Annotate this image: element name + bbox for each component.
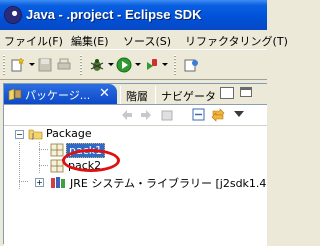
menu-file[interactable]: ファイル(F) xyxy=(4,33,63,49)
open-type-icon[interactable] xyxy=(183,57,199,73)
menu-refactor[interactable]: リファクタリング(T) xyxy=(185,33,288,49)
link-with-editor-icon[interactable] xyxy=(211,108,225,122)
run-dropdown-icon[interactable] xyxy=(135,63,141,66)
annotation-highlight-ellipse xyxy=(62,149,120,172)
tree-row-pack1[interactable]: pack1 xyxy=(4,142,264,158)
package-explorer-icon xyxy=(8,88,22,101)
external-tools-dropdown-icon[interactable] xyxy=(162,63,168,66)
tree-row-pack2[interactable]: pack2 xyxy=(4,158,264,174)
eclipse-logo-icon xyxy=(5,7,21,23)
new-icon[interactable] xyxy=(10,57,26,73)
print-icon[interactable] xyxy=(56,57,72,73)
view-menu-icon[interactable] xyxy=(234,111,244,117)
maximize-view-icon[interactable] xyxy=(240,87,252,97)
debug-icon[interactable] xyxy=(89,57,105,73)
menu-bar: ファイル(F) 編集(E) ソース(S) リファクタリング(T) xyxy=(0,30,288,49)
tree-row-project[interactable]: − J Package xyxy=(4,126,264,142)
save-icon[interactable] xyxy=(37,57,53,73)
new-dropdown-icon[interactable] xyxy=(29,63,35,66)
package-tree: − J Package pack1 pack2 + JRE システム・ライブラリ… xyxy=(4,126,267,246)
perspective-area: パッケージ... ✕ 階層 ナビゲータ... xyxy=(0,79,267,246)
external-tools-icon[interactable] xyxy=(143,57,159,73)
main-toolbar xyxy=(0,49,267,79)
package-icon xyxy=(50,143,64,157)
close-icon[interactable]: ✕ xyxy=(99,86,110,101)
view-toolbar xyxy=(4,105,267,126)
tab-hierarchy[interactable]: 階層 xyxy=(120,86,152,105)
svg-text:J: J xyxy=(31,132,34,140)
expand-icon[interactable]: + xyxy=(35,178,44,187)
collapse-all-icon[interactable] xyxy=(192,108,206,122)
tab-package-explorer-label: パッケージ... xyxy=(25,89,91,102)
debug-dropdown-icon[interactable] xyxy=(108,63,114,66)
menu-source[interactable]: ソース(S) xyxy=(123,33,171,49)
tree-row-jre-library[interactable]: + JRE システム・ライブラリー [j2sdk1.4 xyxy=(4,174,267,190)
title-bar[interactable]: Java - .project - Eclipse SDK xyxy=(0,0,267,30)
back-icon[interactable] xyxy=(120,108,134,122)
tab-navigator[interactable]: ナビゲータ... xyxy=(155,86,217,105)
view-tab-bar: パッケージ... ✕ 階層 ナビゲータ... xyxy=(4,84,267,105)
jre-library-label: JRE システム・ライブラリー [j2sdk1.4 xyxy=(70,177,267,190)
window-title: Java - .project - Eclipse SDK xyxy=(26,7,202,22)
java-project-icon: J xyxy=(28,129,43,140)
minimize-view-icon[interactable] xyxy=(220,87,234,99)
collapse-icon[interactable]: − xyxy=(15,130,24,139)
menu-edit[interactable]: 編集(E) xyxy=(71,33,109,49)
project-label: Package xyxy=(46,127,92,140)
toolbar-grip[interactable] xyxy=(3,55,5,75)
forward-icon[interactable] xyxy=(139,108,153,122)
up-icon[interactable] xyxy=(160,108,174,122)
toolbar-grip[interactable] xyxy=(80,55,82,75)
package-explorer-view: パッケージ... ✕ 階層 ナビゲータ... xyxy=(3,83,267,246)
toolbar-grip[interactable] xyxy=(174,55,176,75)
tab-navigator-label: ナビゲータ... xyxy=(161,90,217,103)
tab-package-explorer[interactable]: パッケージ... ✕ xyxy=(4,84,117,105)
library-icon xyxy=(51,177,65,188)
run-icon[interactable] xyxy=(116,57,132,73)
tab-hierarchy-label: 階層 xyxy=(126,90,148,103)
